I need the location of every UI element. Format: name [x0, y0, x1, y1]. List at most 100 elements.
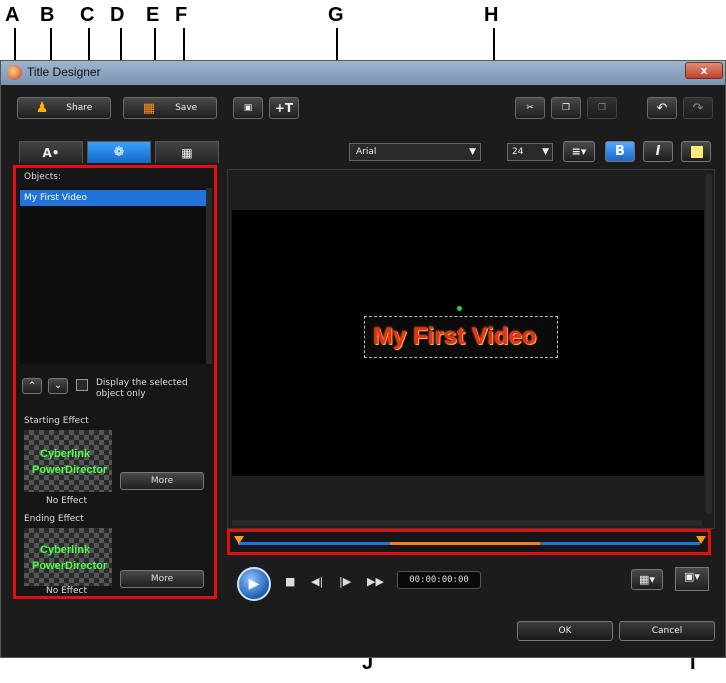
paste-icon: ❐: [597, 103, 607, 113]
ending-thumb-line1: Cyberlink: [40, 544, 91, 556]
ok-button[interactable]: OK: [517, 621, 613, 641]
timeline-start-marker[interactable]: [234, 536, 244, 544]
redo-button[interactable]: ↷: [683, 97, 713, 119]
previous-frame-button[interactable]: ◀|: [311, 575, 323, 588]
copy-button[interactable]: ❐: [551, 97, 581, 119]
share-label: Share: [66, 103, 93, 113]
animation-panel: Objects: My First Video ⌃ ⌄ Display the …: [13, 165, 217, 599]
paste-button[interactable]: ❐: [587, 97, 617, 119]
callout-h: H: [484, 4, 499, 26]
insert-text-icon: +T: [274, 101, 294, 115]
play-icon: ▶: [248, 576, 260, 592]
animation-tab-icon: ❁: [113, 145, 125, 160]
preview-frame: My First Video: [227, 169, 715, 529]
title-bar[interactable]: Title Designer x: [1, 61, 725, 85]
starting-effect-thumbnail[interactable]: Cyberlink PowerDirector: [24, 430, 112, 492]
starting-effect-value: No Effect: [46, 496, 88, 506]
grid-icon: ▦▾: [639, 573, 655, 586]
previous-frame-icon: ◀|: [311, 575, 324, 588]
preview-canvas[interactable]: My First Video: [232, 210, 704, 476]
starting-effect-label: Starting Effect: [24, 416, 89, 426]
bold-button[interactable]: B: [605, 141, 635, 162]
title-designer-window: Title Designer x ♟ Share ▦ Save ▣ +T ✂ ❐…: [0, 60, 726, 658]
chevron-down-icon: ⌄: [54, 381, 62, 391]
grid-button[interactable]: ▦▾: [631, 569, 663, 590]
cancel-button[interactable]: Cancel: [619, 621, 715, 641]
next-frame-button[interactable]: |▶: [339, 575, 351, 588]
cut-button[interactable]: ✂: [515, 97, 545, 119]
app-icon: [7, 65, 22, 80]
preview-quality-button[interactable]: ▣▾: [675, 567, 709, 591]
title-object[interactable]: My First Video: [364, 316, 558, 358]
ending-effect-thumbnail[interactable]: Cyberlink PowerDirector: [24, 528, 112, 586]
tab-background[interactable]: ▦: [155, 141, 219, 163]
ending-effect-label: Ending Effect: [24, 514, 84, 524]
stop-button[interactable]: ■: [285, 575, 295, 588]
redo-icon: ↷: [692, 100, 704, 116]
preview-horizontal-scrollbar[interactable]: [232, 520, 702, 526]
share-icon: ♟: [35, 100, 49, 116]
ending-effect-value: No Effect: [46, 586, 88, 596]
move-down-button[interactable]: ⌄: [48, 378, 68, 394]
save-label: Save: [175, 103, 198, 113]
undo-button[interactable]: ↶: [647, 97, 677, 119]
next-frame-icon: |▶: [339, 575, 352, 588]
save-button[interactable]: ▦ Save: [123, 97, 217, 119]
preview-vertical-scrollbar[interactable]: [706, 174, 712, 514]
starting-thumb-line2: PowerDirector: [32, 464, 108, 476]
text-tab-icon: A•: [42, 146, 60, 160]
callout-f: F: [175, 4, 188, 26]
font-dropdown-icon: ▼: [469, 147, 476, 157]
font-dropdown[interactable]: Arial ▼: [349, 143, 481, 161]
timeline-end-marker[interactable]: [696, 536, 706, 544]
move-up-button[interactable]: ⌃: [22, 378, 42, 394]
insert-image-icon: ▣: [243, 103, 253, 113]
callout-c: C: [80, 4, 95, 26]
starting-thumb-line1: Cyberlink: [40, 448, 91, 460]
insert-text-button[interactable]: +T: [269, 97, 299, 119]
fast-forward-button[interactable]: ▶▶: [367, 575, 384, 588]
callout-d: D: [110, 4, 125, 26]
window-title: Title Designer: [27, 65, 101, 79]
callout-a: A: [5, 4, 20, 26]
display-selected-checkbox[interactable]: [76, 379, 88, 391]
callout-g: G: [328, 4, 344, 26]
share-button[interactable]: ♟ Share: [17, 97, 111, 119]
font-size-dropdown-icon: ▼: [542, 147, 549, 157]
align-icon: ≡▾: [571, 145, 587, 158]
save-icon: ▦: [142, 100, 156, 116]
undo-icon: ↶: [656, 100, 668, 116]
insert-image-button[interactable]: ▣: [233, 97, 263, 119]
callout-b: B: [40, 4, 55, 26]
display-selected-label: Display the selected object only: [96, 378, 188, 399]
text-color-button[interactable]: [681, 141, 711, 162]
timeline-slider[interactable]: [227, 529, 711, 555]
monitor-icon: ▣▾: [684, 570, 700, 583]
close-button[interactable]: x: [685, 62, 723, 79]
stop-icon: ■: [285, 575, 296, 588]
objects-scrollbar[interactable]: [206, 188, 212, 364]
cut-icon: ✂: [526, 103, 534, 113]
text-color-swatch: [691, 146, 703, 158]
copy-icon: ❐: [561, 103, 571, 113]
objects-list[interactable]: My First Video: [20, 188, 206, 364]
play-button[interactable]: ▶: [237, 567, 271, 601]
list-item[interactable]: My First Video: [20, 190, 206, 206]
bold-label: B: [615, 144, 625, 159]
starting-effect-more-button[interactable]: More: [120, 472, 204, 490]
tab-animation[interactable]: ❁: [87, 141, 151, 163]
chevron-up-icon: ⌃: [28, 381, 36, 391]
align-button[interactable]: ≡▾: [563, 141, 595, 162]
fast-forward-icon: ▶▶: [367, 575, 384, 588]
callout-e: E: [146, 4, 160, 26]
italic-label: I: [655, 144, 661, 159]
background-tab-icon: ▦: [181, 146, 193, 160]
font-size-dropdown[interactable]: 24 ▼: [507, 143, 553, 161]
title-object-text: My First Video: [373, 323, 537, 350]
italic-button[interactable]: I: [643, 141, 673, 162]
rotation-handle[interactable]: [457, 306, 462, 311]
tab-text-properties[interactable]: A•: [19, 141, 83, 163]
timeline-effect-segment: [390, 542, 540, 545]
objects-header: Objects:: [24, 172, 62, 182]
ending-effect-more-button[interactable]: More: [120, 570, 204, 588]
